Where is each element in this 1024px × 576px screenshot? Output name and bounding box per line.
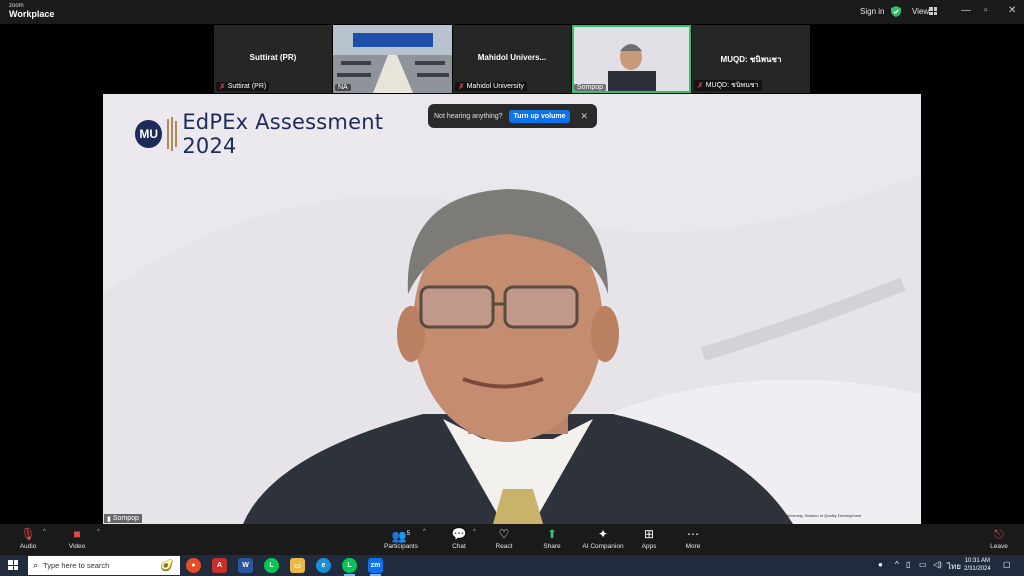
participant-label: NA xyxy=(335,84,351,91)
sparkle-icon: ✦ xyxy=(597,527,609,541)
chevron-up-icon[interactable]: ^ xyxy=(895,560,899,569)
restore-icon[interactable]: ▫ xyxy=(984,5,988,16)
audio-button[interactable]: 🎙 Audio xyxy=(0,527,56,550)
search-placeholder: Type here to search xyxy=(43,561,110,570)
shield-icon[interactable] xyxy=(891,6,901,17)
participant-name: MUQD: ชนิพนชา xyxy=(720,55,782,64)
battery-icon[interactable]: ▯ xyxy=(906,560,910,569)
file-explorer-icon[interactable]: ▭ xyxy=(290,558,305,573)
leave-button[interactable]: ⎋ Leave xyxy=(971,527,1024,550)
share-button[interactable]: ⬆ Share xyxy=(524,527,580,550)
banner-title: EdPEx Assessment 2024 xyxy=(182,110,384,158)
slide-banner: MU EdPEx Assessment 2024 xyxy=(123,110,438,158)
thumbnail-tile[interactable]: NA xyxy=(333,25,452,93)
more-button[interactable]: ⋯ More xyxy=(665,527,721,550)
participant-name: Suttirat (PR) xyxy=(249,53,297,62)
thumbnail-tile-active[interactable]: Sompop xyxy=(572,25,691,93)
signal-icon: ▮ xyxy=(107,515,111,523)
participant-label: ✗ Suttirat (PR) xyxy=(216,82,270,91)
mic-muted-icon: ✗ xyxy=(697,81,704,90)
avocado-icon: 🥑 xyxy=(160,560,174,572)
acrobat-icon[interactable]: A xyxy=(212,558,227,573)
slide-footer: Mahidol University, Division of Quality … xyxy=(770,513,862,518)
turn-up-volume-button[interactable]: Turn up volume xyxy=(508,109,571,123)
meeting-toolbar: 🎙 Audio ^ ■ Video ^ 👥5 Participants ^ 💬 … xyxy=(0,524,1024,555)
audio-options-icon[interactable]: ^ xyxy=(43,529,46,535)
more-icon: ⋯ xyxy=(687,527,699,541)
mic-muted-icon: ✗ xyxy=(458,82,465,91)
thumbnail-tile[interactable]: MUQD: ชนิพนชา ✗ MUQD: ชนิพนชา xyxy=(692,25,810,93)
zoom-brand: zoom Workplace xyxy=(9,3,54,19)
speaker-video-thumbnail xyxy=(572,25,691,93)
mic-muted-icon: ✗ xyxy=(219,82,226,91)
title-bar: zoom Workplace Sign in View — ▫ ✕ xyxy=(0,0,1024,24)
word-icon[interactable]: W xyxy=(238,558,253,573)
participants-button[interactable]: 👥5 Participants xyxy=(373,527,429,550)
participant-name: Mahidol Univers... xyxy=(477,53,547,62)
university-logo: MU xyxy=(135,120,163,148)
participant-label: Sompop xyxy=(574,84,607,91)
minimize-icon[interactable]: — xyxy=(961,5,971,16)
chat-icon: 💬 xyxy=(451,527,467,541)
toast-message: Not hearing anything? xyxy=(434,112,503,120)
network-icon[interactable]: ▭ xyxy=(919,560,927,569)
chrome-icon[interactable]: ● xyxy=(186,558,201,573)
close-toast-icon[interactable]: ✕ xyxy=(580,111,588,122)
main-video: MU EdPEx Assessment 2024 xyxy=(103,94,921,524)
search-icon: ⌕ xyxy=(33,560,39,570)
speaker-name-tag: ▮ Sompop xyxy=(104,514,142,523)
view-button[interactable]: View xyxy=(912,7,929,16)
speaker-video xyxy=(103,94,921,524)
audio-toast: Not hearing anything? Turn up volume ✕ xyxy=(428,104,597,128)
tray-app-icon[interactable]: ● xyxy=(878,560,883,569)
participant-label: ✗ Mahidol University xyxy=(455,82,527,91)
meeting-room-video xyxy=(333,25,452,93)
participant-label: ✗ MUQD: ชนิพนชา xyxy=(694,80,762,91)
apps-icon: ⊞ xyxy=(643,527,655,541)
line-icon-active[interactable]: L xyxy=(342,558,357,576)
signin-link[interactable]: Sign in xyxy=(860,7,884,16)
mic-muted-icon: 🎙 xyxy=(20,527,36,541)
close-icon[interactable]: ✕ xyxy=(1008,5,1016,16)
thumbnail-tile[interactable]: Suttirat (PR) ✗ Suttirat (PR) xyxy=(214,25,332,93)
video-off-icon: ■ xyxy=(73,527,81,541)
participants-options-icon[interactable]: ^ xyxy=(423,529,426,535)
heart-icon: ♡ xyxy=(498,527,510,541)
line-icon[interactable]: L xyxy=(264,558,279,573)
clock[interactable]: 10:31 AM 2/31/2024 xyxy=(964,557,991,573)
windows-taskbar: ⌕ Type here to search 🥑 ● A W L ▭ e L zm… xyxy=(0,555,1024,576)
video-options-icon[interactable]: ^ xyxy=(97,529,100,535)
leave-icon: ⎋ xyxy=(994,527,1004,541)
brand-name: Workplace xyxy=(9,9,55,19)
edge-icon[interactable]: e xyxy=(316,558,331,573)
language-indicator[interactable]: ไทย xyxy=(947,560,961,573)
thumbnail-tile[interactable]: Mahidol Univers... ✗ Mahidol University xyxy=(453,25,571,93)
zoom-icon[interactable]: zm xyxy=(368,558,383,576)
participants-icon: 👥5 xyxy=(391,529,411,543)
logo-bars xyxy=(167,117,178,151)
share-icon: ⬆ xyxy=(546,527,558,541)
taskbar-search-box[interactable]: ⌕ Type here to search 🥑 xyxy=(28,556,180,575)
grid-icon[interactable] xyxy=(929,7,937,15)
windows-start-icon[interactable] xyxy=(8,560,18,570)
notification-icon[interactable]: ▢ xyxy=(1003,560,1011,569)
volume-icon[interactable]: ◁) xyxy=(933,560,942,569)
